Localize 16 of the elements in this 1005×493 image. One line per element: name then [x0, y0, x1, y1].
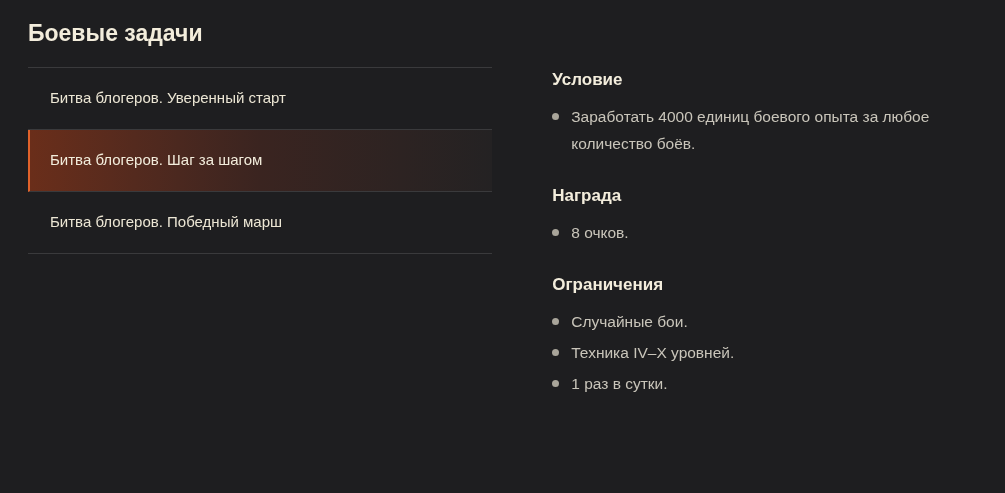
mission-tab[interactable]: Битва блогеров. Победный марш	[28, 192, 493, 254]
mission-tab[interactable]: Битва блогеров. Шаг за шагом	[28, 130, 493, 192]
list-text: 1 раз в сутки.	[571, 374, 668, 394]
section-heading: Условие	[552, 69, 623, 91]
page-title: Боевые задачи	[28, 19, 203, 48]
list-text: Заработать 4000 единиц боевого опыта за любое количество боёв.	[571, 107, 931, 154]
section-heading: Ограничения	[552, 274, 664, 296]
bullet-icon	[552, 113, 560, 120]
bullet-icon	[552, 318, 560, 325]
list-text: 8 очков.	[571, 223, 629, 243]
bullet-icon	[552, 349, 560, 356]
list-text: Техника IV–X уровней.	[571, 343, 735, 363]
section-heading: Награда	[552, 185, 622, 207]
list-text: Случайные бои.	[571, 312, 688, 332]
bullet-icon	[552, 380, 560, 387]
bullet-icon	[552, 229, 560, 236]
